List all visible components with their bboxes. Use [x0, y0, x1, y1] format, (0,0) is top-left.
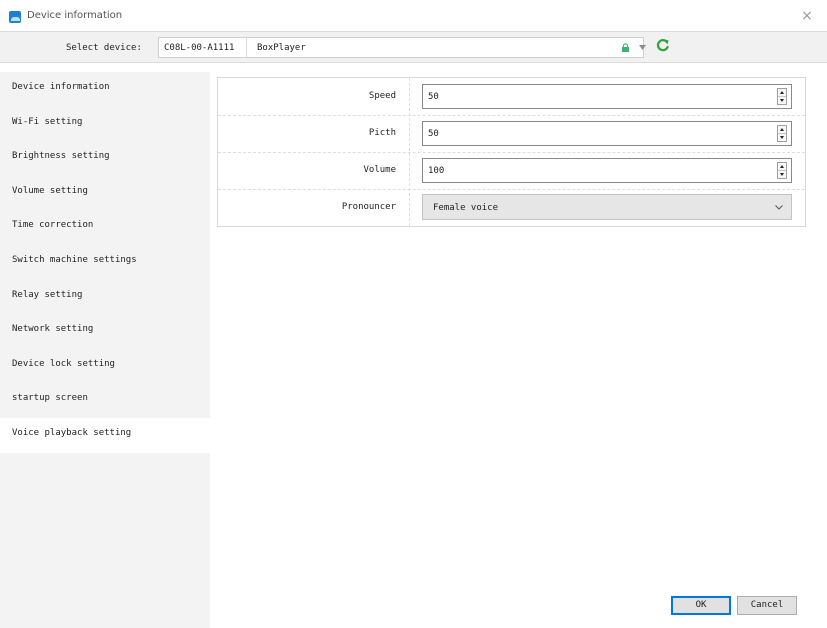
pronouncer-value: Female voice [433, 203, 499, 213]
sidebar-item-device-information[interactable]: Device information [0, 72, 210, 107]
sidebar-item-time-correction[interactable]: Time correction [0, 210, 210, 245]
speed-label: Speed [368, 91, 396, 101]
device-separator [246, 38, 247, 57]
volume-value[interactable]: 100 [428, 166, 444, 176]
speed-stepper[interactable]: 50 [422, 84, 792, 109]
sidebar-item-device-lock-setting[interactable]: Device lock setting [0, 349, 210, 384]
pitch-up-arrow-icon[interactable] [778, 126, 786, 134]
cancel-button[interactable]: Cancel [737, 596, 797, 615]
pitch-down-arrow-icon[interactable] [778, 134, 786, 141]
select-device-label: Select device: [66, 43, 142, 53]
sidebar-item-volume-setting[interactable]: Volume setting [0, 176, 210, 211]
volume-up-arrow-icon[interactable] [778, 163, 786, 171]
pitch-stepper[interactable]: 50 [422, 121, 792, 146]
sidebar-item-network-setting[interactable]: Network setting [0, 314, 210, 349]
pronouncer-label: Pronouncer [341, 202, 396, 212]
sidebar-item-relay-setting[interactable]: Relay setting [0, 280, 210, 315]
refresh-icon[interactable] [656, 38, 670, 52]
device-name: BoxPlayer [257, 43, 306, 53]
volume-stepper-buttons [777, 162, 787, 179]
lock-icon [622, 43, 629, 52]
device-select-bar: Select device: C08L-00-A1111 BoxPlayer [0, 31, 827, 63]
settings-sidebar: Device information Wi-Fi setting Brightn… [0, 72, 210, 628]
pitch-value[interactable]: 50 [428, 129, 439, 139]
sidebar-item-wifi-setting[interactable]: Wi-Fi setting [0, 107, 210, 142]
pitch-label: Picth [368, 128, 396, 138]
title-bar: Device information × [0, 0, 827, 31]
device-dropdown[interactable]: C08L-00-A1111 BoxPlayer [158, 37, 646, 58]
chevron-down-icon[interactable] [639, 45, 646, 50]
sidebar-item-voice-playback-setting[interactable]: Voice playback setting [0, 417, 210, 453]
voice-settings-form: Speed 50 Picth 50 Volume 100 Pronouncer … [217, 77, 806, 227]
sidebar-item-switch-machine-settings[interactable]: Switch machine settings [0, 245, 210, 280]
pitch-stepper-buttons [777, 125, 787, 142]
close-button[interactable]: × [797, 6, 817, 26]
speed-value[interactable]: 50 [428, 92, 439, 102]
volume-stepper[interactable]: 100 [422, 158, 792, 183]
speed-row: Speed 50 [218, 78, 805, 115]
volume-down-arrow-icon[interactable] [778, 171, 786, 178]
pronouncer-select[interactable]: Female voice [422, 194, 792, 220]
speed-stepper-buttons [777, 88, 787, 105]
volume-label: Volume [363, 165, 396, 175]
window-title: Device information [27, 10, 123, 21]
pronouncer-row: Pronouncer Female voice [218, 189, 805, 226]
pitch-row: Picth 50 [218, 115, 805, 152]
device-id: C08L-00-A1111 [164, 43, 235, 53]
ok-button[interactable]: OK [671, 596, 731, 615]
sidebar-item-brightness-setting[interactable]: Brightness setting [0, 141, 210, 176]
chevron-down-icon [775, 205, 783, 210]
sidebar-item-startup-screen[interactable]: startup screen [0, 383, 210, 418]
volume-row: Volume 100 [218, 152, 805, 189]
app-icon [9, 11, 21, 23]
speed-down-arrow-icon[interactable] [778, 97, 786, 104]
speed-up-arrow-icon[interactable] [778, 89, 786, 97]
